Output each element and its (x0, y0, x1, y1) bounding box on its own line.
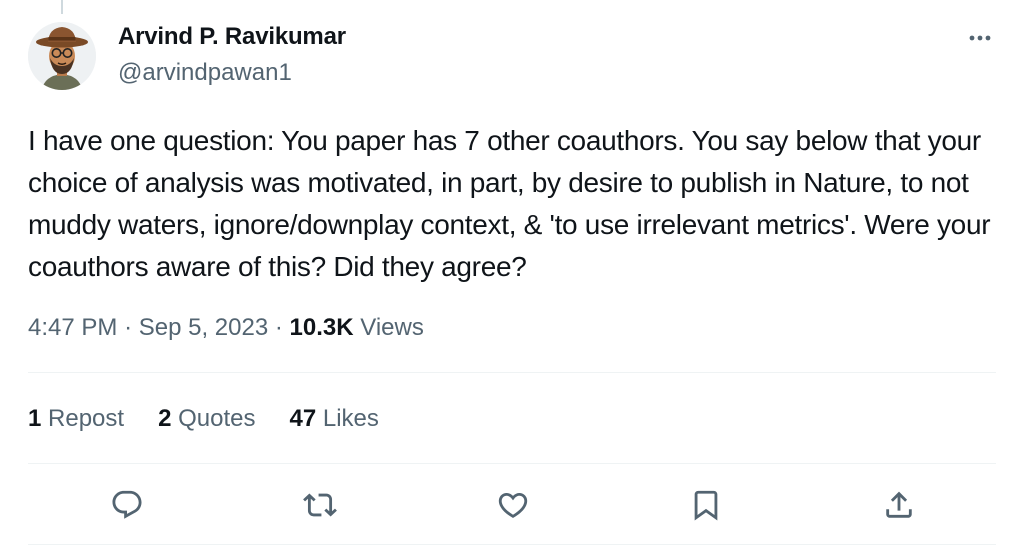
views-count: 10.3K (289, 314, 354, 341)
like-button[interactable] (493, 485, 533, 525)
likes-stat[interactable]: 47 Likes (290, 401, 379, 437)
action-bar (0, 485, 1024, 525)
quotes-label: Quotes (178, 405, 256, 432)
retweet-icon (303, 493, 337, 517)
bookmark-icon (694, 490, 718, 521)
avatar-illustration (28, 22, 96, 90)
tweet-meta: 4:47 PM · Sep 5, 2023 · 10.3K Views (28, 310, 424, 346)
reply-icon (112, 490, 142, 519)
meta-separator: · (274, 314, 283, 341)
likes-count: 47 (289, 405, 317, 432)
share-icon (886, 491, 912, 518)
more-dots-icon (969, 35, 991, 41)
divider (28, 372, 996, 373)
share-button[interactable] (879, 485, 919, 525)
more-options-button[interactable] (962, 26, 998, 50)
reposts-label: Repost (48, 405, 125, 432)
author-name[interactable]: Arvind P. Ravikumar (118, 22, 346, 52)
author-handle[interactable]: @arvindpawan1 (118, 58, 292, 88)
retweet-button[interactable] (300, 485, 340, 525)
likes-label: Likes (322, 405, 379, 432)
avatar[interactable] (28, 22, 96, 90)
views-label: Views (360, 314, 424, 341)
meta-separator: · (124, 314, 133, 341)
tweet-time[interactable]: 4:47 PM (28, 314, 117, 341)
tweet-text: I have one question: You paper has 7 oth… (28, 125, 991, 282)
thread-connector-line (61, 0, 63, 14)
tweet-date[interactable]: Sep 5, 2023 (139, 314, 268, 341)
reply-button[interactable] (107, 485, 147, 525)
bookmark-button[interactable] (686, 485, 726, 525)
reposts-stat[interactable]: 1 Repost (28, 401, 124, 437)
engagement-stats: 1 Repost 2 Quotes 47 Likes (28, 401, 379, 437)
like-icon (498, 492, 528, 518)
divider (28, 463, 996, 464)
quotes-count: 2 (158, 405, 172, 432)
quotes-stat[interactable]: 2 Quotes (158, 401, 255, 437)
reposts-count: 1 (28, 405, 42, 432)
